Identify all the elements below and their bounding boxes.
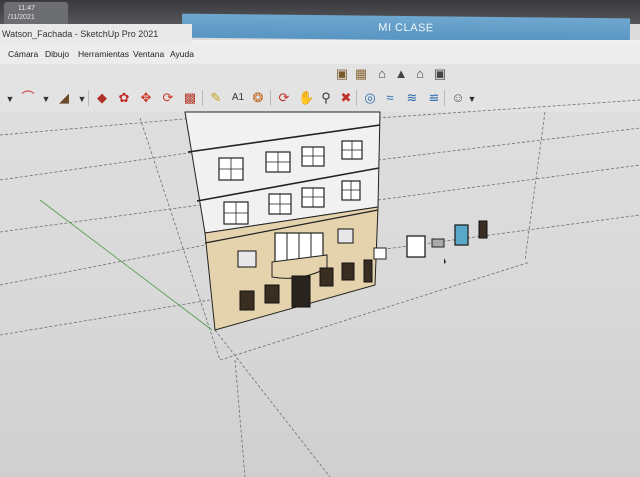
model-canvas[interactable] — [0, 0, 640, 477]
loose-components — [373, 220, 488, 260]
green-axis — [39, 199, 213, 331]
balcony-window — [271, 232, 328, 279]
mouse-cursor-icon — [444, 258, 446, 264]
screen: 11:47 /11/2021 MI CLASE Watson_Fachada -… — [0, 0, 640, 477]
